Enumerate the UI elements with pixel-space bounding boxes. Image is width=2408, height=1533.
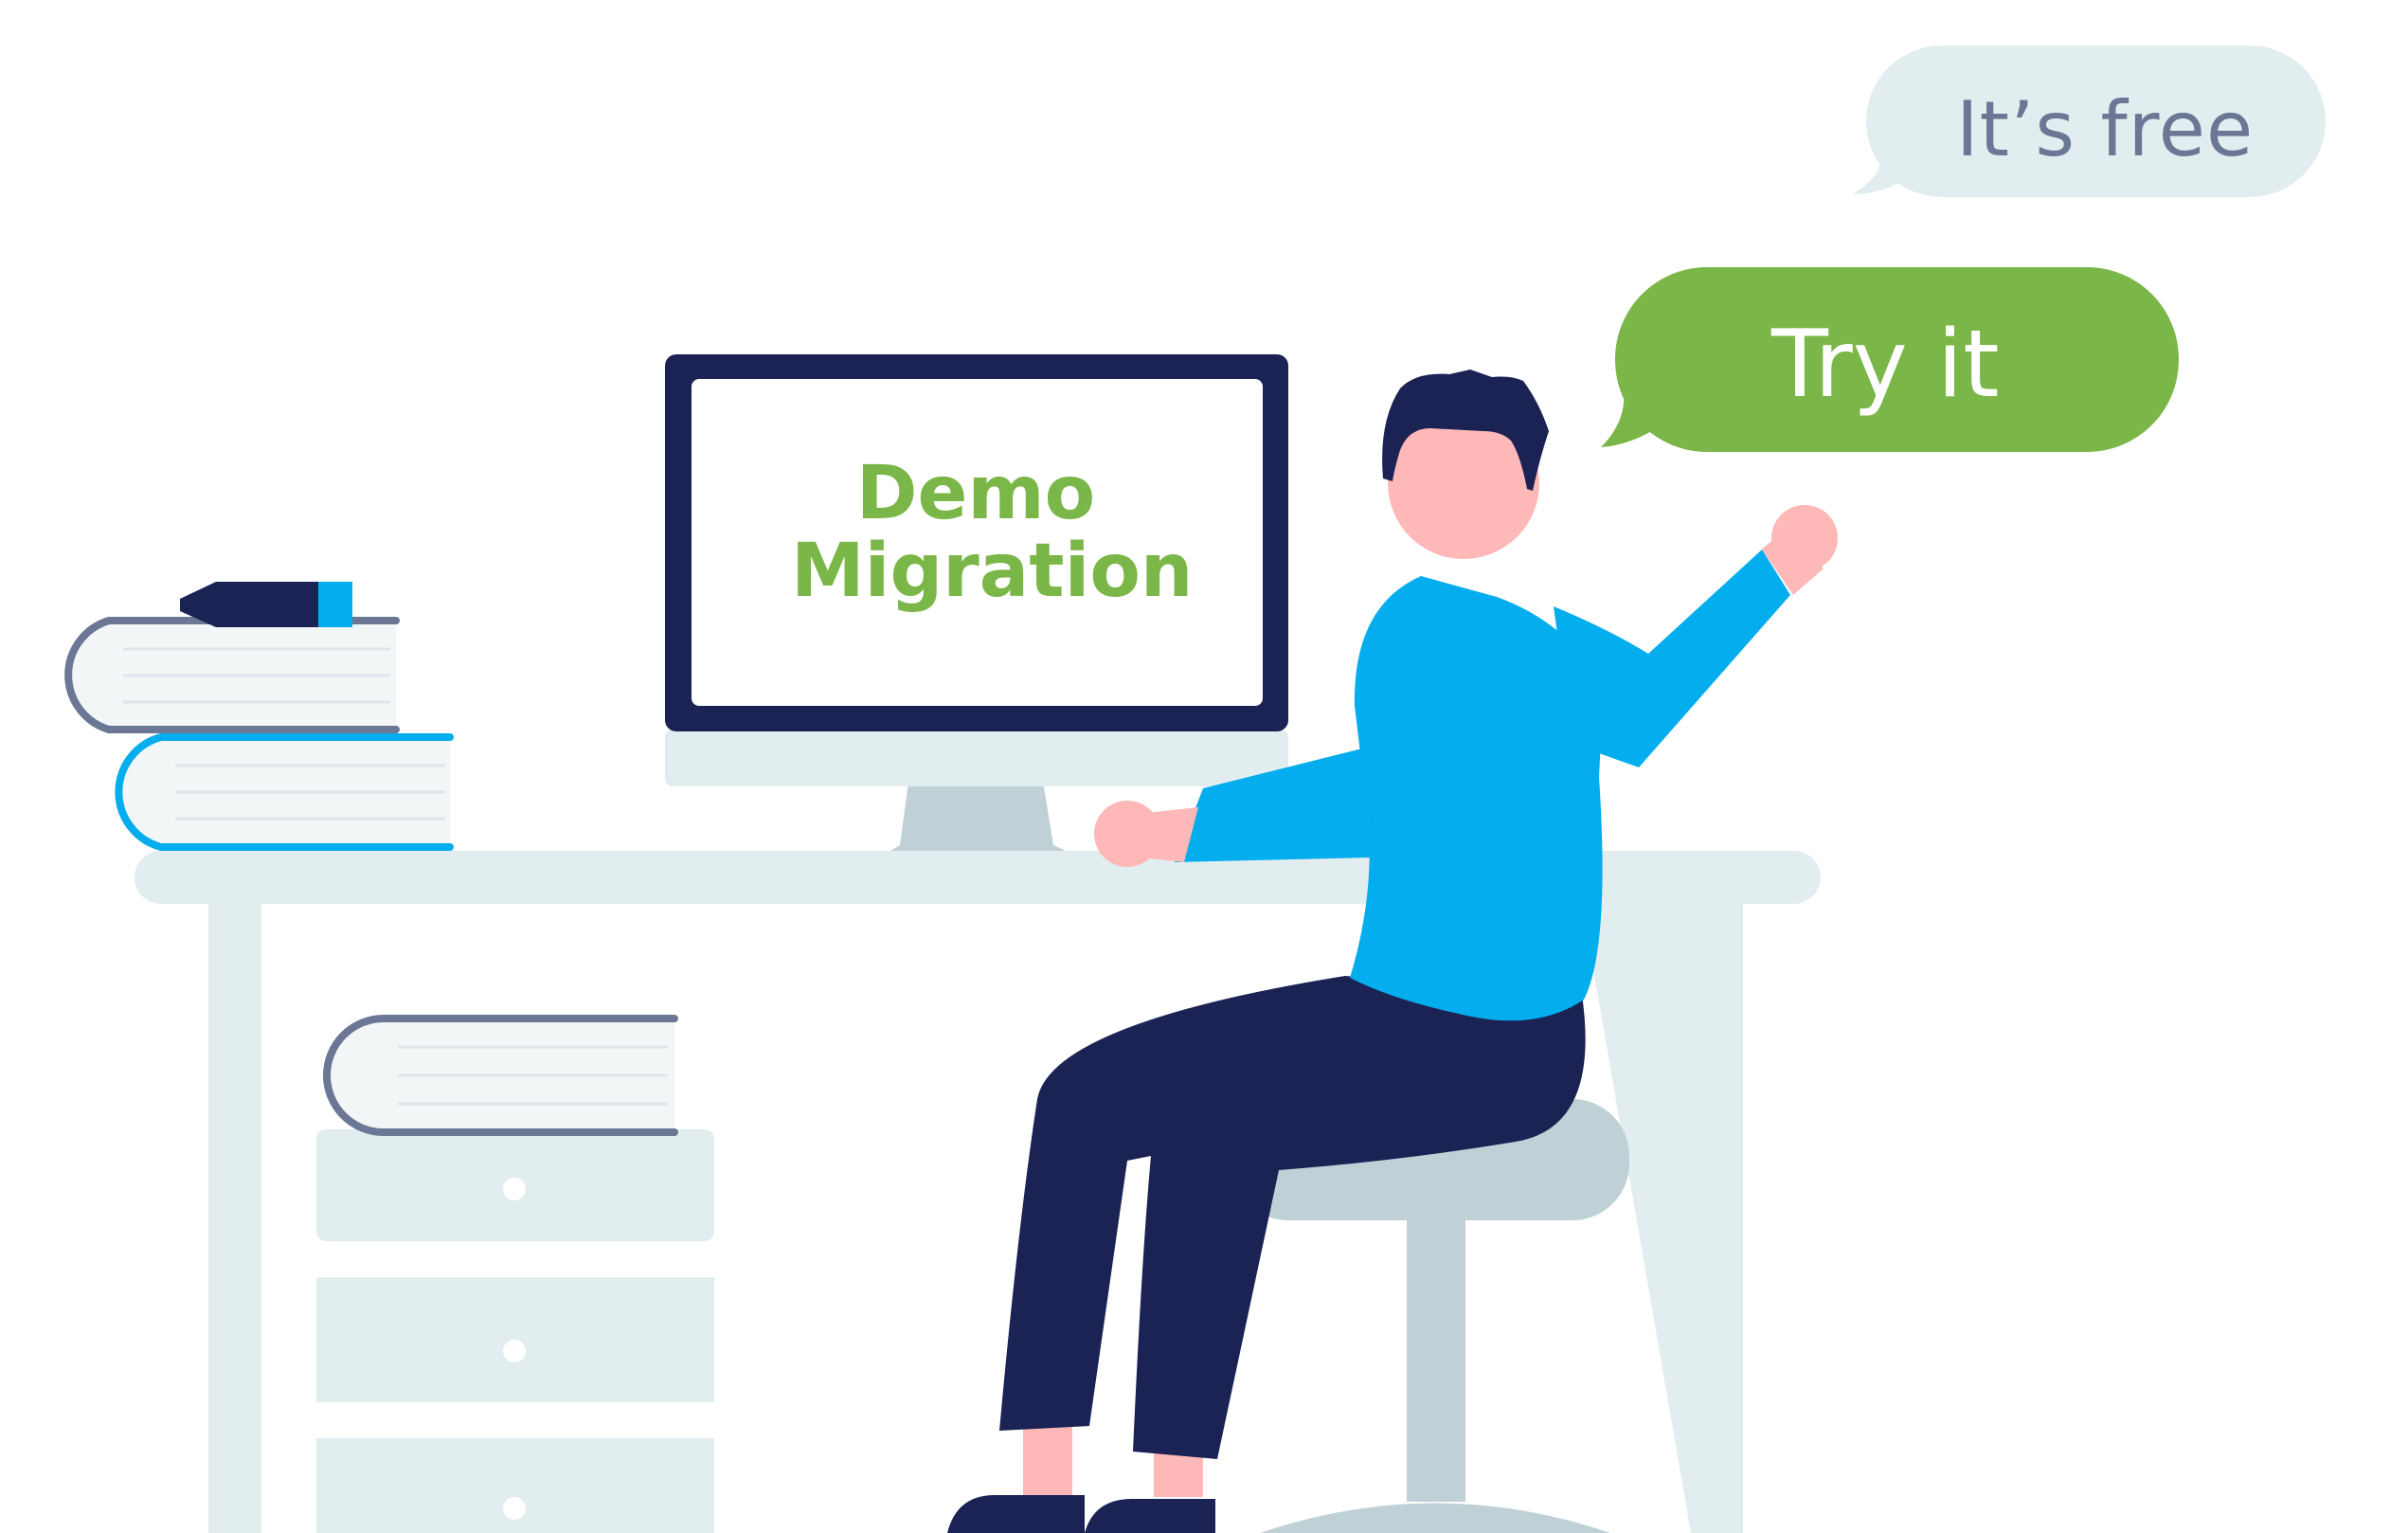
shoe	[947, 1495, 1085, 1533]
marker-pen	[180, 582, 352, 627]
drawer-knob	[503, 1340, 526, 1362]
drawer-knob	[503, 1178, 526, 1200]
monitor-title-line2: Migration	[791, 529, 1194, 614]
try-it-button[interactable]	[1601, 267, 2179, 452]
shoe	[1085, 1499, 1215, 1533]
hand	[1771, 505, 1838, 571]
book-on-cabinet	[323, 1015, 678, 1136]
drawer-cabinet	[316, 1129, 714, 1533]
book-stack	[64, 617, 454, 851]
its-free-label: It’s free	[1956, 85, 2255, 173]
drawer-knob	[503, 1497, 526, 1520]
person-at-desk-illustration	[64, 45, 2326, 1533]
monitor-title-line1: Demo	[855, 451, 1096, 536]
illustration-canvas: It’s free Try it Demo Migration	[0, 0, 2408, 1533]
